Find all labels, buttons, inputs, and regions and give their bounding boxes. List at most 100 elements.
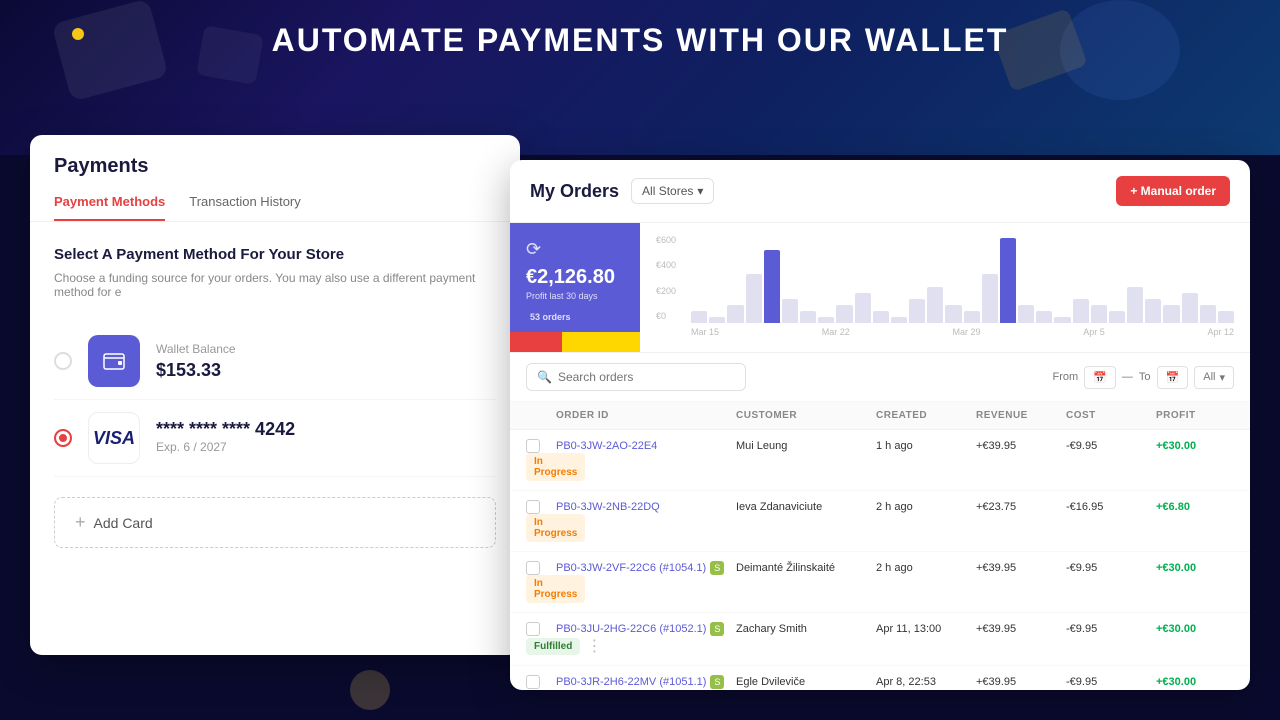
row-status: In Progress [526,453,556,481]
card-option[interactable]: VISA **** **** **** 4242 Exp. 6 / 2027 [54,400,496,477]
bg-decor-shape-5 [350,670,390,710]
chart-bar [764,250,780,323]
th-customer: CUSTOMER [736,410,876,421]
chart-bar [1127,287,1143,323]
chart-bar [909,299,925,323]
row-created: Apr 11, 13:00 [876,623,976,635]
row-profit: +€6.80 [1156,501,1250,513]
status-filter-label: All [1203,371,1215,383]
row-cost: -€9.95 [1066,676,1156,688]
chart-bar [1182,293,1198,323]
section-desc: Choose a funding source for your orders.… [54,271,496,299]
table-row[interactable]: PB0-3JW-2VF-22C6 (#1054.1)S Deimanté Žil… [510,552,1250,613]
shopify-icon: S [710,675,724,689]
search-box[interactable]: 🔍 [526,363,746,391]
chart-bars [691,233,1234,323]
chart-bar [1218,311,1234,323]
manual-order-button[interactable]: + Manual order [1116,176,1230,206]
store-dropdown[interactable]: All Stores ▾ [631,178,714,204]
chart-bar [855,293,871,323]
status-filter[interactable]: All ▾ [1194,366,1234,389]
search-input[interactable] [558,370,735,384]
chart-area: ⟳ €2,126.80 Profit last 30 days 53 order… [510,223,1250,353]
chart-bar [709,317,725,323]
row-checkbox[interactable] [526,675,556,689]
wallet-value: $153.33 [156,360,496,381]
payments-title: Payments [54,155,496,178]
row-checkbox[interactable] [526,439,556,453]
table-header: ORDER ID CUSTOMER CREATED REVENUE COST P… [510,402,1250,430]
table-row[interactable]: PB0-3JU-2HG-22C6 (#1052.1)S Zachary Smit… [510,613,1250,666]
from-date[interactable]: 📅 [1084,366,1116,389]
chart-bar [727,305,743,323]
chart-bar [964,311,980,323]
to-date[interactable]: 📅 [1157,366,1189,389]
chart-bar [1018,305,1034,323]
th-created: CREATED [876,410,976,421]
chart-bar [1036,311,1052,323]
row-status: Fulfilled ⋮ [526,689,556,690]
shopify-icon: S [710,622,724,636]
chart-bar [818,317,834,323]
wallet-icon-box [88,335,140,387]
card-radio[interactable] [54,429,72,447]
visa-icon-box: VISA [88,412,140,464]
y-label-200: €200 [656,286,676,296]
add-card-label: Add Card [94,515,153,531]
row-order-id: PB0-3JW-2VF-22C6 (#1054.1)S [556,561,736,575]
chart-bar [1200,305,1216,323]
status-badge: Fulfilled [526,638,580,655]
add-card-button[interactable]: + Add Card [54,497,496,548]
row-checkbox[interactable] [526,561,556,575]
row-profit: +€30.00 [1156,623,1250,635]
more-options-button[interactable]: ⋮ [586,689,602,690]
chart-bar [1145,299,1161,323]
th-order-id: ORDER ID [556,410,736,421]
chart-bar [945,305,961,323]
table-row[interactable]: PB0-3JW-2NB-22DQ Ieva Zdanaviciute 2 h a… [510,491,1250,552]
row-created: Apr 8, 22:53 [876,676,976,688]
table-row[interactable]: PB0-3JW-2AO-22E4 Mui Leung 1 h ago +€39.… [510,430,1250,491]
chart-summary: ⟳ €2,126.80 Profit last 30 days 53 order… [510,223,640,352]
chart-summary-label: Profit last 30 days [526,291,624,301]
x-label-mar15: Mar 15 [691,327,719,337]
wallet-label: Wallet Balance [156,342,496,356]
wallet-radio[interactable] [54,352,72,370]
more-options-button[interactable]: ⋮ [586,636,602,656]
row-created: 2 h ago [876,501,976,513]
chart-bar [836,305,852,323]
search-icon: 🔍 [537,370,552,384]
row-checkbox[interactable] [526,500,556,514]
y-label-400: €400 [656,260,676,270]
x-label-mar29: Mar 29 [952,327,980,337]
y-label-600: €600 [656,235,676,245]
chart-icon: ⟳ [526,239,624,260]
card-number: **** **** **** 4242 [156,419,496,440]
orders-card: My Orders All Stores ▾ + Manual order ⟳ … [510,160,1250,690]
row-profit: +€30.00 [1156,562,1250,574]
row-revenue: +€39.95 [976,562,1066,574]
chart-bar [800,311,816,323]
tab-payment-methods[interactable]: Payment Methods [54,194,165,221]
row-checkbox[interactable] [526,622,556,636]
chart-bar [982,274,998,323]
row-created: 2 h ago [876,562,976,574]
calendar-icon-2: 📅 [1166,371,1180,384]
hero-title: AUTOMATE PAYMENTS WITH OUR WALLET [0,22,1280,59]
row-cost: -€16.95 [1066,501,1156,513]
wallet-option[interactable]: Wallet Balance $153.33 [54,323,496,400]
section-title: Select A Payment Method For Your Store [54,246,496,263]
chart-graph: €600 €400 €200 €0 Mar 15 Mar 22 Mar 29 A… [640,223,1250,352]
chart-bar [1091,305,1107,323]
row-created: 1 h ago [876,440,976,452]
chart-bar [691,311,707,323]
row-customer: Ieva Zdanaviciute [736,501,876,513]
tab-transaction-history[interactable]: Transaction History [189,194,301,221]
table-row[interactable]: PB0-3JR-2H6-22MV (#1051.1)S Egle Dvilevi… [510,666,1250,690]
th-profit: PROFIT [1156,410,1250,421]
row-profit: +€30.00 [1156,676,1250,688]
row-order-id: PB0-3JU-2HG-22C6 (#1052.1)S [556,622,736,636]
row-status: In Progress [526,514,556,542]
row-customer: Egle Dvileviče [736,676,876,688]
row-profit: +€30.00 [1156,440,1250,452]
